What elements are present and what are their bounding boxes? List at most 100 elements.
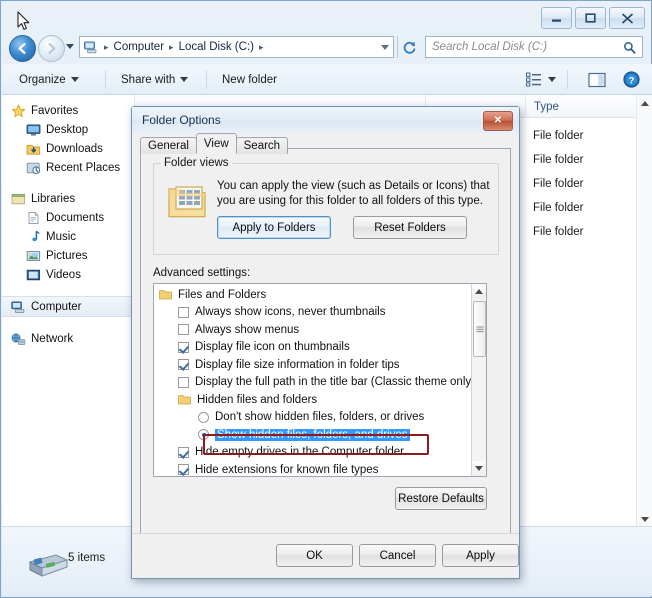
help-button[interactable]: ? <box>623 64 640 95</box>
share-with-button[interactable]: Share with <box>112 64 197 95</box>
sidebar-item-pictures[interactable]: Pictures <box>2 246 134 265</box>
refresh-button[interactable] <box>397 36 420 58</box>
music-icon <box>32 230 40 241</box>
scroll-down-button[interactable] <box>472 461 486 476</box>
dialog-close-button[interactable]: ✕ <box>483 111 513 131</box>
list-item-checkbox[interactable]: Always show menus <box>154 321 486 339</box>
sidebar-item-recent-places[interactable]: Recent Places <box>2 158 134 177</box>
videos-icon <box>26 269 41 280</box>
back-button[interactable] <box>9 35 36 62</box>
list-item-checkbox[interactable]: Display file icon on thumbnails <box>154 339 486 357</box>
preview-pane-button[interactable] <box>588 64 606 95</box>
scroll-down-button[interactable] <box>637 511 652 527</box>
apply-button[interactable]: Apply <box>442 544 519 567</box>
dialog-tabs: General View Search <box>140 133 289 154</box>
breadcrumb-separator: ▸ <box>258 41 264 52</box>
sidebar-item-network[interactable]: Network <box>2 329 134 348</box>
folder-views-description-line1: You can apply the view (such as Details … <box>217 180 490 192</box>
restore-defaults-button[interactable]: Restore Defaults <box>395 487 487 510</box>
close-button[interactable] <box>609 7 645 29</box>
checkbox-icon-checked[interactable] <box>178 446 189 458</box>
column-header-type[interactable]: Type <box>525 95 635 118</box>
file-type: File folder <box>533 130 584 142</box>
window-titlebar <box>1 1 651 31</box>
checkbox-icon-checked[interactable] <box>178 359 189 371</box>
ok-button[interactable]: OK <box>276 544 353 567</box>
mouse-cursor <box>17 11 30 30</box>
tab-view[interactable]: View <box>195 133 237 154</box>
dialog-body: Folder views You can apply the view (suc… <box>140 148 511 534</box>
change-view-button[interactable] <box>526 64 556 95</box>
checkbox-icon[interactable] <box>178 376 189 388</box>
organize-button[interactable]: Organize <box>10 64 88 95</box>
documents-icon <box>28 211 39 224</box>
new-folder-button[interactable]: New folder <box>213 64 286 95</box>
list-item-group[interactable]: Files and Folders <box>154 286 486 304</box>
cancel-button[interactable]: Cancel <box>359 544 436 567</box>
scrollbar-thumb[interactable] <box>473 301 486 357</box>
reset-folders-button[interactable]: Reset Folders <box>353 216 467 239</box>
search-input[interactable]: Search Local Disk (C:) <box>425 36 643 58</box>
sidebar-label: Recent Places <box>46 161 121 174</box>
chevron-down-icon[interactable] <box>548 77 556 82</box>
scroll-up-button[interactable] <box>472 284 486 299</box>
list-item-checkbox[interactable]: Display the full path in the title bar (… <box>154 374 486 392</box>
list-item-checkbox[interactable]: Hide empty drives in the Computer folder <box>154 444 486 462</box>
sidebar-item-music[interactable]: Music <box>2 227 134 246</box>
view-options-icon <box>526 72 541 87</box>
list-item-checkbox[interactable]: Hide extensions for known file types <box>154 461 486 476</box>
list-item-label: Display file size information in folder … <box>195 358 400 371</box>
list-item-label: Hide empty drives in the Computer folder <box>195 446 405 459</box>
checkbox-icon-checked[interactable] <box>178 341 189 353</box>
list-item-radio-selected[interactable]: Show hidden files, folders, and drives <box>154 426 486 444</box>
breadcrumb-local-disk[interactable]: Local Disk (C:) <box>177 41 256 53</box>
chevron-down-icon <box>70 77 79 82</box>
advanced-settings-list[interactable]: Files and Folders Always show icons, nev… <box>153 283 487 477</box>
forward-button[interactable] <box>38 35 65 62</box>
list-item-group[interactable]: Hidden files and folders <box>154 391 486 409</box>
radio-icon[interactable] <box>198 411 209 423</box>
radio-icon-selected[interactable] <box>198 429 209 441</box>
sidebar-item-libraries[interactable]: Libraries <box>2 189 134 208</box>
advanced-list-scrollbar[interactable] <box>471 284 486 476</box>
recent-pages-dropdown-icon[interactable] <box>66 44 74 49</box>
breadcrumb-computer[interactable]: Computer <box>112 41 167 53</box>
sidebar-label: Music <box>46 230 77 243</box>
sidebar-item-desktop[interactable]: Desktop <box>2 120 134 139</box>
chevron-down-icon <box>180 77 189 82</box>
sidebar-item-downloads[interactable]: Downloads <box>2 139 134 158</box>
sidebar-item-documents[interactable]: Documents <box>2 208 134 227</box>
minimize-button[interactable] <box>541 7 572 29</box>
list-item-label: Hidden files and folders <box>197 393 318 406</box>
sidebar-label: Desktop <box>46 123 89 136</box>
list-item-label: Display file icon on thumbnails <box>195 341 350 354</box>
search-icon <box>624 41 636 54</box>
checkbox-icon-checked[interactable] <box>178 464 189 476</box>
tab-search[interactable]: Search <box>235 137 289 154</box>
file-list-scrollbar[interactable] <box>636 95 652 527</box>
list-item-checkbox[interactable]: Always show icons, never thumbnails <box>154 304 486 322</box>
list-item-checkbox[interactable]: Display file size information in folder … <box>154 356 486 374</box>
sidebar-label: Downloads <box>46 142 103 155</box>
scroll-up-button[interactable] <box>637 95 652 111</box>
sidebar-item-computer[interactable]: Computer <box>2 296 134 317</box>
sidebar-item-videos[interactable]: Videos <box>2 265 134 284</box>
address-bar[interactable]: ▸ Computer ▸ Local Disk (C:) ▸ <box>79 36 394 58</box>
sidebar-label: Favorites <box>31 104 79 117</box>
list-item-radio[interactable]: Don't show hidden files, folders, or dri… <box>154 409 486 427</box>
sidebar-item-favorites[interactable]: Favorites <box>2 101 134 120</box>
checkbox-icon[interactable] <box>178 306 189 318</box>
address-dropdown-icon[interactable] <box>381 44 389 50</box>
maximize-button[interactable] <box>575 7 606 29</box>
folder-icon <box>159 290 172 300</box>
apply-to-folders-button[interactable]: Apply to Folders <box>217 216 331 239</box>
breadcrumb-separator: ▸ <box>104 41 109 52</box>
organize-label: Organize <box>19 73 66 86</box>
star-icon <box>11 104 26 117</box>
toolbar-divider <box>567 70 568 89</box>
tab-general[interactable]: General <box>140 137 197 154</box>
checkbox-icon[interactable] <box>178 324 189 336</box>
